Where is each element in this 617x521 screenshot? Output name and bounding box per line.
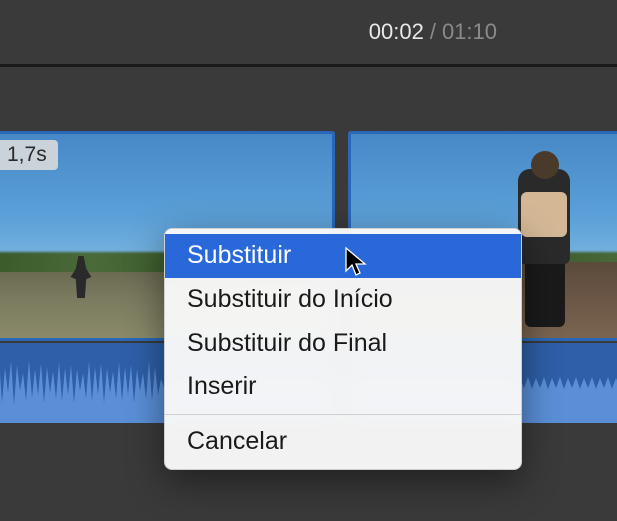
clip-duration-badge: 1,7s — [0, 140, 58, 170]
time-current: 00:02 — [369, 19, 424, 45]
menu-item-cancel[interactable]: Cancelar — [165, 420, 521, 464]
playback-header: 00:02 / 01:10 — [0, 0, 617, 64]
menu-separator — [165, 414, 521, 415]
menu-item-replace-from-end[interactable]: Substituir do Final — [165, 322, 521, 366]
time-separator: / — [430, 19, 436, 45]
menu-item-replace[interactable]: Substituir — [165, 234, 521, 278]
menu-item-replace-from-start[interactable]: Substituir do Início — [165, 278, 521, 322]
time-total: 01:10 — [442, 19, 497, 45]
menu-item-insert[interactable]: Inserir — [165, 365, 521, 409]
drop-context-menu: Substituir Substituir do Início Substitu… — [164, 228, 522, 470]
